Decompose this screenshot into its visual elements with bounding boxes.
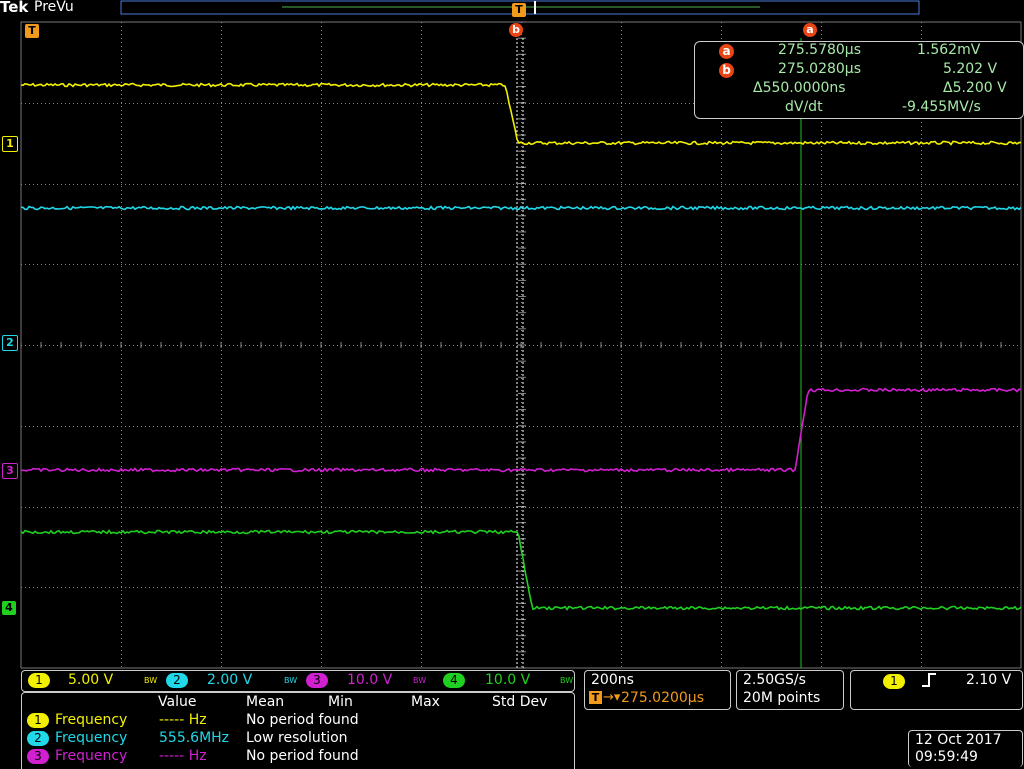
cursor-a-value: 1.562mV xyxy=(917,42,981,58)
cursor-b-badge: b xyxy=(719,63,734,78)
channel-4-scale: 10.0 V xyxy=(485,672,531,688)
date-display: 12 Oct 2017 xyxy=(915,732,1002,748)
channel-2-chip[interactable]: 2 xyxy=(166,673,188,688)
measurement-name: Frequency xyxy=(55,712,128,728)
bandwidth-limit-icon: BW xyxy=(284,676,298,685)
cursor-b-marker[interactable]: b xyxy=(509,23,523,37)
measurement-source-chip: 3 xyxy=(27,749,49,764)
measurement-name: Frequency xyxy=(55,748,128,764)
trigger-panel[interactable]: 1 2.10 V xyxy=(850,670,1023,710)
horizontal-position: 275.0200µs xyxy=(621,690,705,706)
trigger-position-marker[interactable]: T xyxy=(512,3,526,17)
time-display: 09:59:49 xyxy=(915,749,978,765)
cursor-readout-panel: a 275.5780µs 1.562mV b 275.0280µs 5.202 … xyxy=(694,41,1024,119)
channel-2-trace xyxy=(20,205,1022,211)
acquisition-panel[interactable]: 2.50GS/s 20M points xyxy=(736,670,844,710)
trigger-level: 2.10 V xyxy=(966,672,1012,688)
channel-scale-bar[interactable]: 1 5.00 V BW 2 2.00 V BW 3 10.0 V BW 4 10… xyxy=(21,670,575,692)
measurement-value: ----- Hz xyxy=(159,712,207,728)
sample-rate: 2.50GS/s xyxy=(743,672,806,688)
channel-4-chip[interactable]: 4 xyxy=(443,673,465,688)
channel-1-marker[interactable]: 1 xyxy=(2,136,18,152)
horizontal-scale: 200ns xyxy=(591,672,634,688)
measurement-source-chip: 1 xyxy=(27,713,49,728)
channel-3-marker[interactable]: 3 xyxy=(2,463,18,479)
bandwidth-limit-icon: BW xyxy=(413,676,427,685)
measurement-value: 555.6MHz xyxy=(159,730,230,746)
arrow-down-icon: →▾ xyxy=(603,690,621,705)
measurement-name: Frequency xyxy=(55,730,128,746)
trigger-source-chip: 1 xyxy=(883,674,905,689)
cursor-a-marker[interactable]: a xyxy=(803,23,817,37)
cursor-b-value: 5.202 V xyxy=(943,61,998,77)
channel-3-scale: 10.0 V xyxy=(347,672,393,688)
measurement-source-chip: 2 xyxy=(27,731,49,746)
measurement-mean: Low resolution xyxy=(246,730,348,746)
measurement-value: ----- Hz xyxy=(159,748,207,764)
cursor-a-time: 275.5780µs xyxy=(778,42,862,58)
cursor-rate-label: dV/dt xyxy=(785,99,823,115)
channel-4-marker[interactable]: 4 xyxy=(2,601,16,615)
cursor-delta-value: Δ5.200 V xyxy=(943,80,1007,96)
measurement-header-min: Min xyxy=(328,694,353,710)
measurement-header-stddev: Std Dev xyxy=(492,694,548,710)
trigger-level-marker[interactable]: T xyxy=(25,24,39,38)
cursor-delta-time: Δ550.0000ns xyxy=(753,80,846,96)
measurement-header-value: Value xyxy=(158,694,197,710)
measurement-header-max: Max xyxy=(411,694,440,710)
measurement-mean: No period found xyxy=(246,712,359,728)
cursor-b-time: 275.0280µs xyxy=(778,61,862,77)
bandwidth-limit-icon: BW xyxy=(144,676,158,685)
measurement-header-mean: Mean xyxy=(246,694,285,710)
bandwidth-limit-icon: BW xyxy=(560,676,574,685)
channel-3-chip[interactable]: 3 xyxy=(306,673,328,688)
cursor-rate-value: -9.455MV/s xyxy=(902,99,981,115)
channel-1-scale: 5.00 V xyxy=(68,672,114,688)
trigger-position-icon: T xyxy=(589,691,602,704)
cursor-a-badge: a xyxy=(719,44,734,59)
record-length: 20M points xyxy=(743,690,821,706)
channel-1-chip[interactable]: 1 xyxy=(28,673,50,688)
channel-2-scale: 2.00 V xyxy=(207,672,253,688)
datetime-panel: 12 Oct 2017 09:59:49 xyxy=(908,730,1023,767)
timebase-panel[interactable]: 200ns T →▾ 275.0200µs xyxy=(584,670,731,710)
channel-2-marker[interactable]: 2 xyxy=(2,335,18,351)
measurement-mean: No period found xyxy=(246,748,359,764)
oscilloscope-screen: Tek PreVu 1234TTba a 275.5780µs 1.562mV … xyxy=(0,0,1024,769)
rising-edge-icon xyxy=(921,672,937,692)
